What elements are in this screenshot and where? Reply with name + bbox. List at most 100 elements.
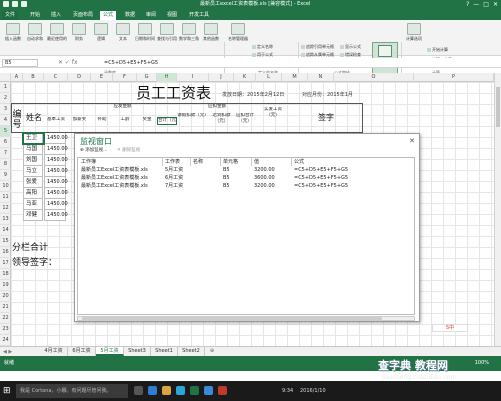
name-box[interactable]: B5 [2,59,38,67]
tab-home[interactable]: 开始 [27,11,43,20]
column-header[interactable]: E [91,73,113,82]
row-header[interactable]: 1 [0,82,11,93]
more-functions-button[interactable]: 其他函数 [201,23,221,53]
row-header[interactable]: 23 [0,324,11,335]
minimize-icon[interactable]: — [473,1,479,8]
datetime-button[interactable]: 日期和时间 [135,23,155,53]
row-header[interactable]: 20 [0,291,11,302]
watch-row-sheet[interactable]: 5月工资 [165,167,183,174]
define-name-button[interactable]: 定义名称 [252,44,273,49]
watch-row-book[interactable]: 最新员工Excel工资表模板.xls [81,167,148,174]
delete-watch-button[interactable]: ✕ 删除监视 [117,148,140,154]
tab-file[interactable]: 文件 [2,11,19,20]
employee-name-cell[interactable]: 刘国成 [23,155,43,174]
scrollbar-thumb[interactable] [82,317,382,320]
row-header[interactable]: 10 [0,181,11,192]
task-view-icon[interactable] [134,386,143,395]
tab-page-layout[interactable]: 页面布局 [70,11,96,20]
sheet-tab[interactable]: 6月工资 [68,347,96,356]
column-header[interactable]: M [282,73,308,82]
base-pay-cell[interactable]: 1450.00 [44,188,68,199]
column-header[interactable]: B [23,73,44,82]
column-header[interactable]: C [44,73,68,82]
watch-row-cell[interactable]: B5 [223,167,230,174]
scrollbar-thumb[interactable] [496,87,500,127]
trace-precedents-button[interactable]: 追踪引用单元格 [301,44,334,49]
math-trig-button[interactable]: 数学和三角函数 [179,23,199,53]
browser-icon[interactable] [204,386,213,395]
row-header[interactable]: 15 [0,236,11,247]
row-header[interactable]: 11 [0,192,11,203]
watch-row-value[interactable]: 3600.00 [254,175,275,182]
lookup-button[interactable]: 查找与引用 [157,23,177,53]
employee-name-cell[interactable]: 邓健 [23,210,43,221]
column-header[interactable]: F [113,73,137,82]
ime-indicator[interactable]: S中 [432,324,468,332]
tab-view[interactable]: 视图 [164,11,180,20]
base-pay-cell[interactable]: 1450.00 [44,166,68,177]
column-header[interactable]: K [234,73,256,82]
column-header[interactable]: P [414,73,494,82]
calculate-now-button[interactable]: 开始计算 [427,47,448,52]
sheet-tab[interactable]: Sheet2 [178,347,205,356]
add-sheet-button[interactable]: ⊕ [206,347,218,356]
text-functions-button[interactable]: 文本 [113,23,133,53]
calc-options-button[interactable]: 计算选项 [404,23,424,53]
base-pay-cell[interactable]: 1450.00 [44,155,68,166]
edge-icon[interactable] [148,386,157,395]
watch-row-formula[interactable]: =C5+D5+E5+F5+G5 [294,167,348,174]
app-icon[interactable] [218,386,227,395]
sheet-tab-active[interactable]: 5月工资 [96,347,124,356]
watch-row-sheet[interactable]: 7月工资 [165,183,183,190]
maximize-icon[interactable]: □ [483,1,489,8]
row-header[interactable]: 3 [0,104,11,115]
clock-date[interactable]: 2016/1/10 [300,388,326,394]
row-header[interactable]: 24 [0,335,11,346]
row-header[interactable]: 8 [0,159,11,170]
watch-col-name[interactable]: 名称 [193,159,203,165]
watch-list[interactable]: 工作簿 工作表 名称 单元格 值 公式 最新员工Excel工资表模板.xls 5… [77,157,415,315]
row-header[interactable]: 17 [0,258,11,269]
close-icon[interactable]: ✕ [409,137,415,145]
row-header[interactable]: 18 [0,269,11,280]
watch-window-dialog[interactable]: 监视窗口 ✕ ⊕ 添加监视... ✕ 删除监视 工作簿 工作表 名称 单元格 值… [74,133,420,322]
employee-name-cell[interactable]: 张爱英 [23,177,43,196]
column-header[interactable]: A [11,73,23,82]
save-icon[interactable] [3,1,9,7]
row-header[interactable]: 22 [0,313,11,324]
zoom-level[interactable]: 100% [475,360,489,367]
name-manager-button[interactable]: 名称管理器 [228,23,248,53]
watch-row-sheet[interactable]: 6月工资 [165,175,183,182]
row-header[interactable]: 21 [0,302,11,313]
use-in-formula-button[interactable]: 用于公式 [252,52,273,57]
employee-name-cell[interactable]: 马立成 [23,166,43,185]
row-header[interactable]: 19 [0,280,11,291]
column-header[interactable]: J [209,73,234,82]
row-header[interactable]: 14 [0,225,11,236]
column-header[interactable]: I [177,73,209,82]
row-header[interactable]: 16 [0,247,11,258]
row-header[interactable]: 12 [0,203,11,214]
show-formulas-button[interactable]: 显示公式 [340,44,361,49]
watch-row-cell[interactable]: B5 [223,183,230,190]
column-header[interactable]: N [308,73,334,82]
undo-icon[interactable] [12,1,18,7]
sheet-tab[interactable]: Sheet3 [124,347,151,356]
watch-row-book[interactable]: 最新员工Excel工资表模板.xls [81,183,148,190]
watch-horizontal-scrollbar[interactable] [77,316,415,321]
add-watch-button[interactable]: ⊕ 添加监视... [80,148,108,154]
select-all-corner[interactable] [0,73,11,82]
employee-name-cell[interactable]: 马国鑫 [23,144,43,163]
watch-col-cell[interactable]: 单元格 [223,159,238,165]
financial-button[interactable]: 财务 [69,23,89,53]
vertical-scrollbar[interactable] [494,73,501,346]
row-header[interactable]: 9 [0,170,11,181]
trace-dependents-button[interactable]: 追踪从属单元格 [301,52,334,57]
base-pay-cell[interactable]: 1450.00 [44,133,68,144]
column-header-selected[interactable]: H [157,73,177,82]
logical-button[interactable]: 逻辑 [91,23,111,53]
formula-bar-icons[interactable]: ✕ ✓ fx [58,58,78,68]
row-header[interactable]: 6 [0,137,11,148]
redo-icon[interactable] [21,1,27,7]
insert-function-button[interactable]: 插入函数 [3,23,23,53]
